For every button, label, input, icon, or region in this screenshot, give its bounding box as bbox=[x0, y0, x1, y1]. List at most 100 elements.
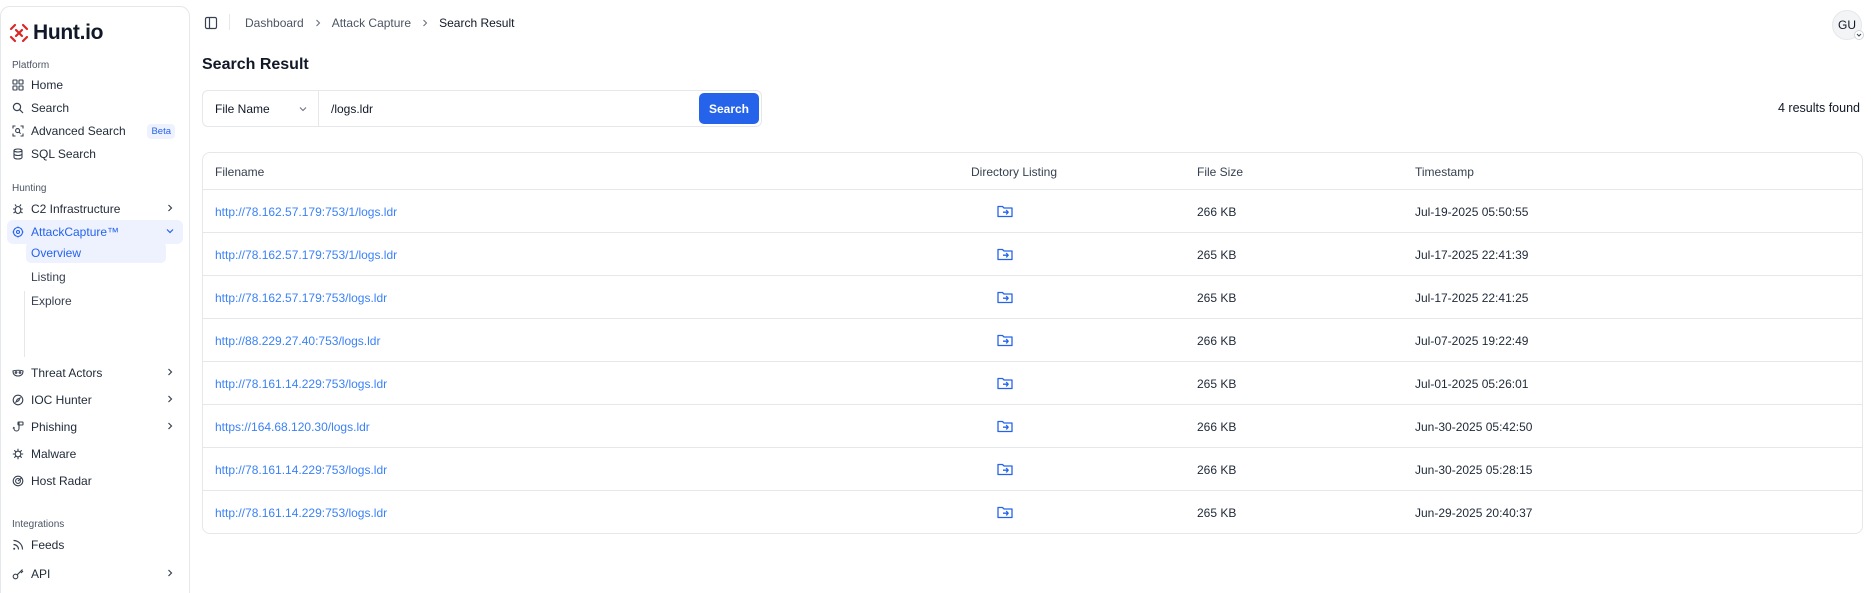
virus-icon bbox=[12, 448, 24, 460]
filename-link[interactable]: http://78.161.14.229:753/logs.ldr bbox=[215, 506, 387, 520]
chevron-down-icon bbox=[299, 107, 307, 112]
sidebar-item-advanced-search[interactable]: Advanced Search Beta bbox=[7, 119, 183, 143]
sidebar-item-api[interactable]: API bbox=[7, 562, 183, 586]
page-title: Search Result bbox=[202, 56, 309, 73]
breadcrumb-attack-capture[interactable]: Attack Capture bbox=[332, 16, 411, 30]
sidebar-item-search[interactable]: Search bbox=[7, 96, 183, 120]
sidebar-item-feeds[interactable]: Feeds bbox=[7, 533, 183, 557]
timestamp: Jul-17-2025 22:41:25 bbox=[1415, 291, 1529, 305]
sidebar-item-threat-actors[interactable]: Threat Actors bbox=[7, 361, 183, 385]
sidebar-item-label: Host Radar bbox=[31, 474, 92, 488]
sidebar-item-host-radar[interactable]: Host Radar bbox=[7, 469, 183, 493]
scan-search-icon bbox=[12, 125, 24, 137]
subitem-label: Explore bbox=[31, 293, 72, 308]
sidebar: Hunt.io Platform Home Search Advanced Se… bbox=[0, 6, 190, 593]
chevron-down-icon bbox=[166, 229, 174, 234]
filename-link[interactable]: http://78.162.57.179:753/logs.ldr bbox=[215, 291, 387, 305]
folder-open-icon[interactable] bbox=[996, 288, 1014, 306]
sidebar-item-malware[interactable]: Malware bbox=[7, 442, 183, 466]
timestamp: Jun-29-2025 20:40:37 bbox=[1415, 506, 1533, 520]
table-row: http://78.162.57.179:753/1/logs.ldr 266 K… bbox=[203, 190, 1862, 233]
target-icon bbox=[12, 226, 24, 238]
timestamp: Jun-30-2025 05:28:15 bbox=[1415, 463, 1533, 477]
app: Hunt.io Platform Home Search Advanced Se… bbox=[0, 0, 1871, 593]
subitem-overview[interactable]: Overview bbox=[26, 242, 166, 263]
sidebar-item-attackcapture[interactable]: AttackCapture™ bbox=[7, 220, 183, 244]
chevron-right-icon bbox=[168, 368, 173, 376]
file-size: 265 KB bbox=[1197, 506, 1237, 520]
folder-open-icon[interactable] bbox=[996, 202, 1014, 220]
file-size: 266 KB bbox=[1197, 420, 1237, 434]
file-size: 265 KB bbox=[1197, 291, 1237, 305]
sidebar-item-home[interactable]: Home bbox=[7, 73, 183, 97]
search-input[interactable]: /logs.ldr bbox=[319, 91, 699, 126]
chevron-right-icon bbox=[168, 569, 173, 577]
fishing-hook-icon bbox=[12, 421, 24, 433]
database-icon bbox=[12, 148, 24, 160]
header-directory-listing: Directory Listing bbox=[971, 165, 1058, 179]
search-field-select[interactable]: File Name bbox=[203, 91, 319, 126]
sidebar-item-ioc-hunter[interactable]: IOC Hunter bbox=[7, 388, 183, 412]
timestamp: Jul-17-2025 22:41:39 bbox=[1415, 248, 1529, 262]
select-value: File Name bbox=[215, 101, 270, 116]
section-label-integrations: Integrations bbox=[12, 519, 65, 530]
sidebar-item-label: Home bbox=[31, 78, 64, 92]
table-row: http://88.229.27.40:753/logs.ldr 266 KB Ju… bbox=[203, 319, 1862, 362]
table-header: Filename Directory Listing File Size Tim… bbox=[203, 153, 1862, 190]
subitem-listing[interactable]: Listing bbox=[26, 266, 166, 287]
sidebar-item-label: Phishing bbox=[31, 420, 78, 434]
chevron-down-icon bbox=[1854, 30, 1864, 40]
table-row: http://78.162.57.179:753/1/logs.ldr 265 K… bbox=[203, 233, 1862, 276]
breadcrumb-dashboard[interactable]: Dashboard bbox=[245, 16, 304, 30]
folder-open-icon[interactable] bbox=[996, 460, 1014, 478]
search-icon bbox=[12, 102, 24, 114]
file-size: 265 KB bbox=[1197, 377, 1237, 391]
submenu-guide-line bbox=[24, 291, 25, 357]
folder-open-icon[interactable] bbox=[996, 245, 1014, 263]
folder-open-icon[interactable] bbox=[996, 417, 1014, 435]
radar-icon bbox=[12, 475, 24, 487]
sidebar-item-label: Search bbox=[31, 101, 70, 115]
sidebar-item-label: API bbox=[31, 567, 51, 581]
home-grid-icon bbox=[12, 79, 24, 91]
file-size: 266 KB bbox=[1197, 463, 1237, 477]
table-body: http://78.162.57.179:753/1/logs.ldr 266 K… bbox=[203, 190, 1862, 533]
file-size: 265 KB bbox=[1197, 248, 1237, 262]
chevron-right-icon bbox=[168, 204, 173, 212]
breadcrumb-current: Search Result bbox=[439, 16, 515, 30]
filename-link[interactable]: http://78.161.14.229:753/logs.ldr bbox=[215, 377, 387, 391]
folder-open-icon[interactable] bbox=[996, 331, 1014, 349]
sidebar-item-sql-search[interactable]: SQL Search bbox=[7, 142, 183, 166]
sidebar-item-label: Malware bbox=[31, 447, 77, 461]
filename-link[interactable]: http://78.162.57.179:753/1/logs.ldr bbox=[215, 205, 397, 219]
sidebar-item-label: IOC Hunter bbox=[31, 393, 92, 407]
filename-link[interactable]: http://78.161.14.229:753/logs.ldr bbox=[215, 463, 387, 477]
chevron-right-icon bbox=[168, 395, 173, 403]
filename-link[interactable]: http://88.229.27.40:753/logs.ldr bbox=[215, 334, 380, 348]
search-input-value: /logs.ldr bbox=[331, 101, 374, 116]
sidebar-item-label: Threat Actors bbox=[31, 366, 103, 380]
user-avatar[interactable]: GU bbox=[1832, 10, 1864, 40]
header-divider bbox=[229, 14, 230, 30]
subitem-explore[interactable]: Explore bbox=[26, 290, 166, 311]
timestamp: Jul-07-2025 19:22:49 bbox=[1415, 334, 1529, 348]
search-button[interactable]: Search bbox=[699, 93, 759, 124]
chevron-right-icon bbox=[314, 19, 322, 27]
avatar-initials: GU bbox=[1838, 18, 1856, 32]
filename-link[interactable]: https://164.68.120.30/logs.ldr bbox=[215, 420, 370, 434]
brand-logo[interactable]: Hunt.io bbox=[9, 21, 104, 45]
folder-open-icon[interactable] bbox=[996, 503, 1014, 521]
filename-link[interactable]: http://78.162.57.179:753/1/logs.ldr bbox=[215, 248, 397, 262]
beta-badge: Beta bbox=[147, 124, 175, 139]
sidebar-item-phishing[interactable]: Phishing bbox=[7, 415, 183, 439]
sidebar-item-label: Feeds bbox=[31, 538, 65, 552]
subitem-label: Listing bbox=[31, 269, 66, 284]
sidebar-toggle-icon[interactable] bbox=[204, 16, 218, 30]
sidebar-item-label: Advanced Search bbox=[31, 124, 126, 138]
section-label-hunting: Hunting bbox=[12, 183, 47, 194]
header-timestamp: Timestamp bbox=[1415, 165, 1474, 179]
sidebar-item-c2-infrastructure[interactable]: C2 Infrastructure bbox=[7, 197, 183, 221]
crosshair-logo-icon bbox=[9, 23, 29, 43]
folder-open-icon[interactable] bbox=[996, 374, 1014, 392]
table-row: http://78.162.57.179:753/logs.ldr 265 KB J… bbox=[203, 276, 1862, 319]
